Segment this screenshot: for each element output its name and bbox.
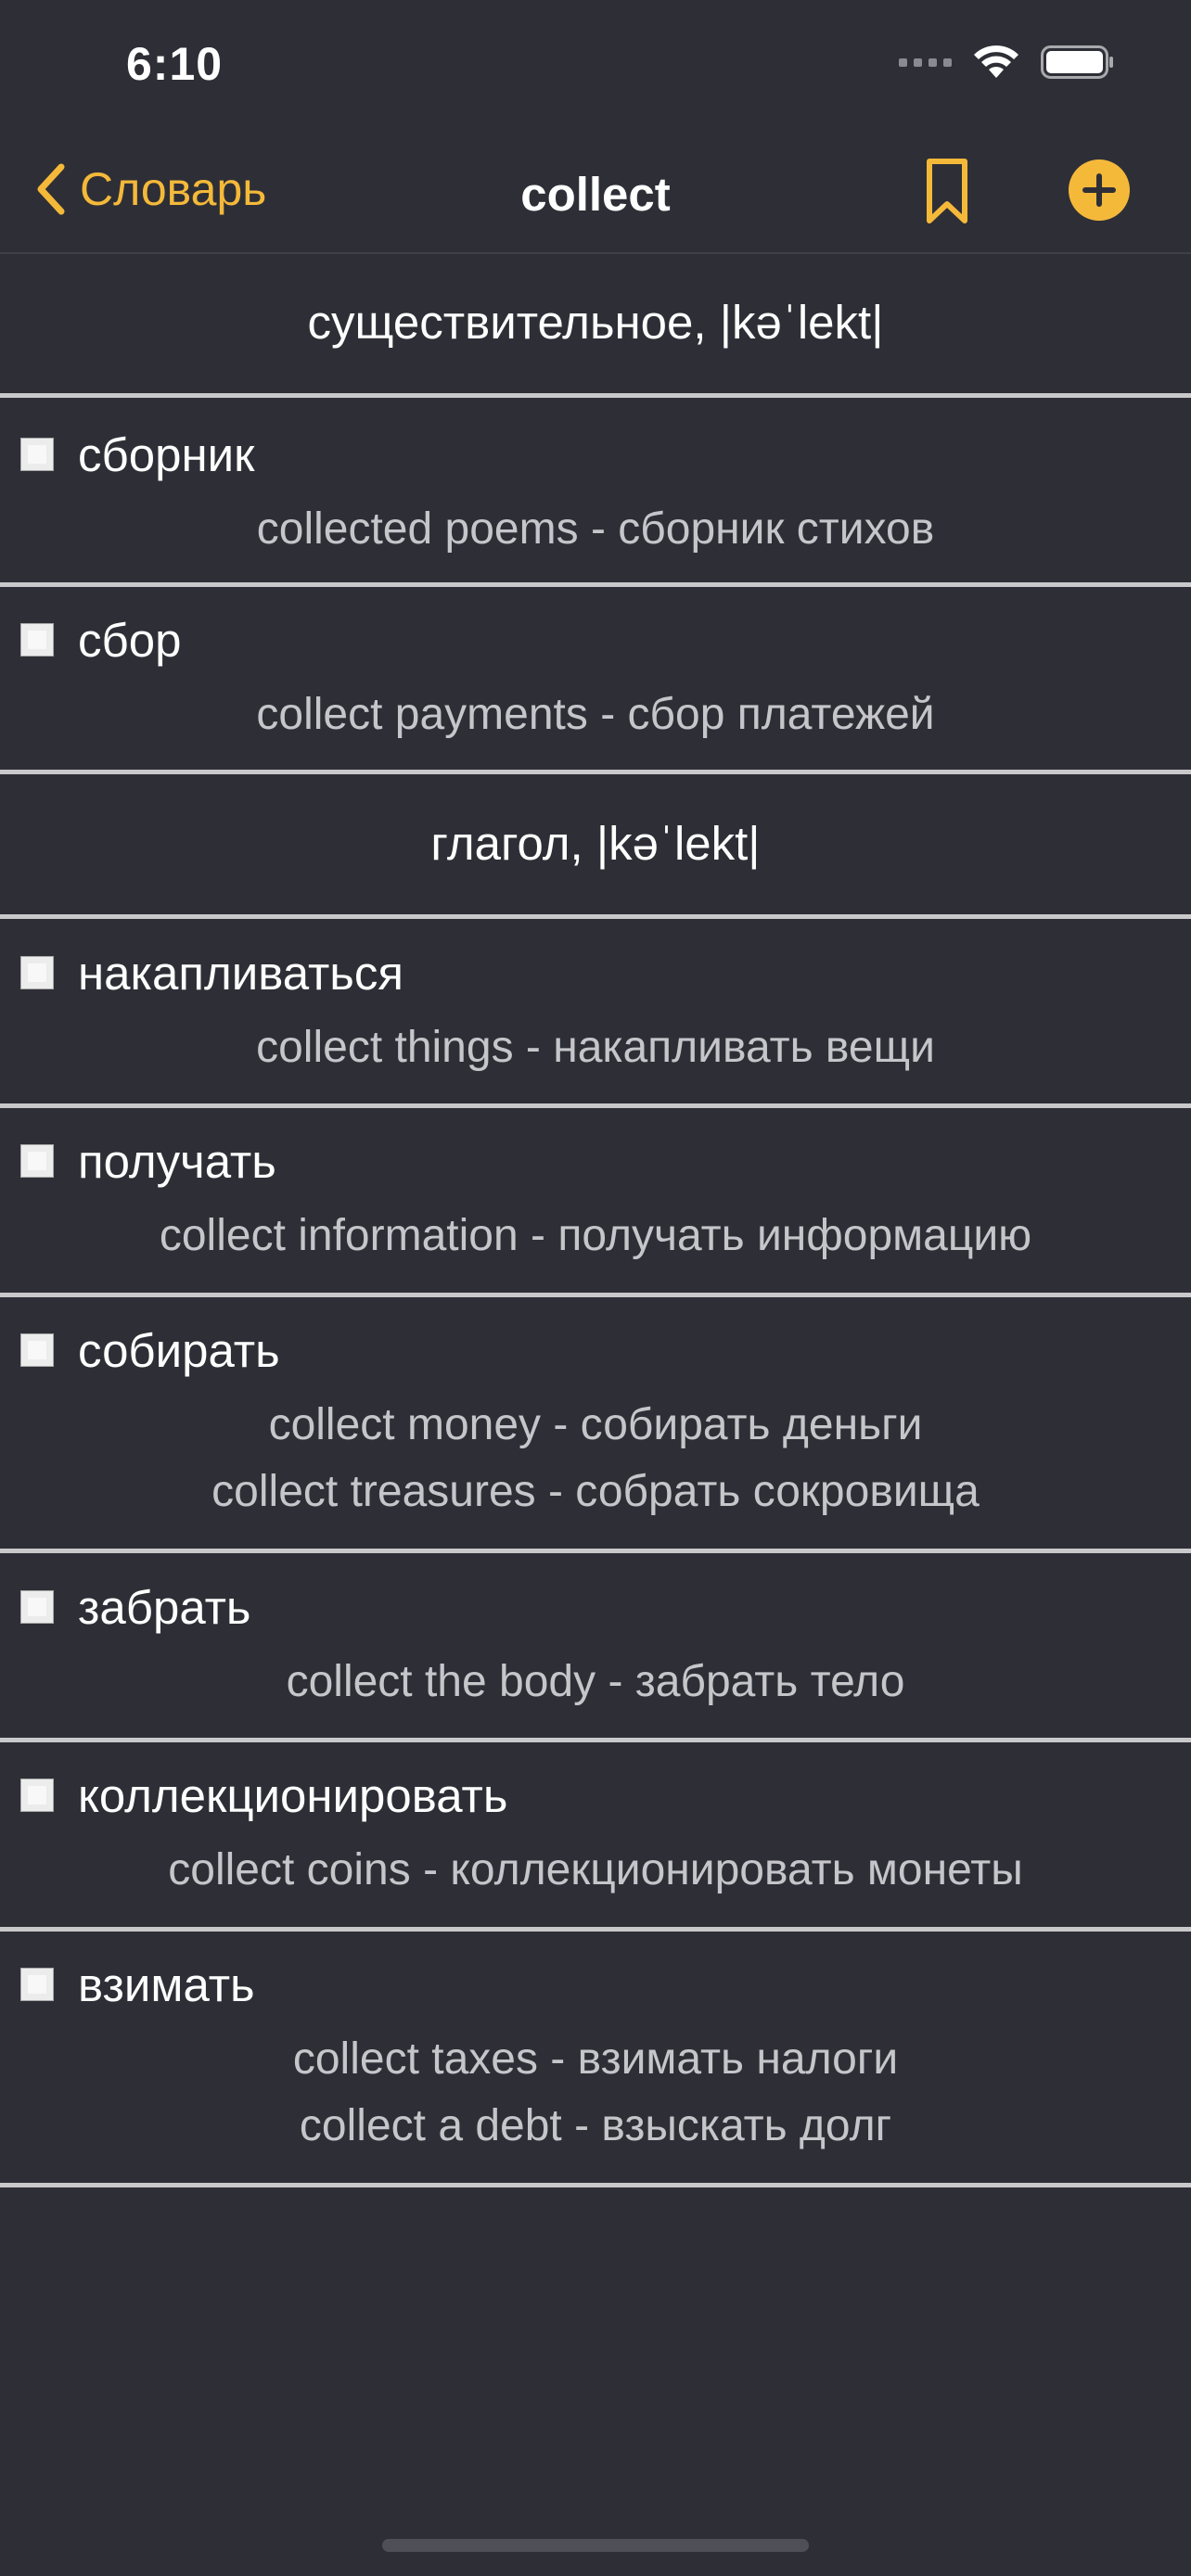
status-bar: 6:10 xyxy=(0,0,1191,139)
word-label: коллекционировать xyxy=(78,1769,508,1822)
checkbox[interactable] xyxy=(20,1590,54,1624)
section-header-verb: глагол, |kəˈlekt| xyxy=(0,774,1191,919)
bookmark-button[interactable] xyxy=(924,158,970,231)
word-label: сборник xyxy=(78,428,255,481)
example-list: collect coins - коллекционировать монеты xyxy=(0,1837,1191,1904)
navigation-bar: Словарь collect xyxy=(0,139,1191,252)
example-list: collect the body - забрать тело xyxy=(0,1649,1191,1715)
page-title: collect xyxy=(520,168,671,221)
wifi-icon xyxy=(974,45,1018,78)
checkbox[interactable] xyxy=(20,1779,54,1812)
example-list: collect information - получать информаци… xyxy=(0,1203,1191,1269)
example-text: collect payments - сбор платежей xyxy=(256,690,935,739)
example-text: collect coins - коллекционировать монеты xyxy=(168,1845,1023,1894)
example-list: collect payments - сбор платежей xyxy=(0,682,1191,748)
example-text: collect things - накапливать вещи xyxy=(256,1023,935,1072)
example-list: collect taxes - взимать налоги collect a… xyxy=(0,2026,1191,2160)
list-item[interactable]: получать collect information - получать … xyxy=(0,1108,1191,1297)
list-item[interactable]: сбор collect payments - сбор платежей xyxy=(0,587,1191,774)
checkbox[interactable] xyxy=(20,956,54,989)
add-button[interactable] xyxy=(1069,159,1130,225)
list-item[interactable]: собирать collect money - собирать деньги… xyxy=(0,1297,1191,1553)
example-text: collect a debt - взыскать долг xyxy=(299,2101,892,2150)
bookmark-icon xyxy=(927,159,967,223)
checkbox[interactable] xyxy=(20,1333,54,1367)
example-list: collect things - накапливать вещи xyxy=(0,1014,1191,1081)
section-header-noun: существительное, |kəˈlekt| xyxy=(0,254,1191,398)
list-item[interactable]: накапливаться collect things - накаплива… xyxy=(0,919,1191,1108)
section-header-label: существительное, |kəˈlekt| xyxy=(307,296,884,349)
plus-circle-icon xyxy=(1069,159,1130,221)
example-text: collected poems - сборник стихов xyxy=(256,504,935,554)
translation-list: существительное, |kəˈlekt| сборник colle… xyxy=(0,254,1191,2187)
cellular-signal-icon xyxy=(899,57,952,67)
word-label: собирать xyxy=(78,1324,280,1377)
checkbox[interactable] xyxy=(20,1968,54,2001)
example-text: collect information - получать информаци… xyxy=(159,1211,1032,1260)
status-time: 6:10 xyxy=(126,38,224,90)
word-label: сбор xyxy=(78,614,182,667)
word-label: накапливаться xyxy=(78,947,403,1000)
list-item[interactable]: сборник collected poems - сборник стихов xyxy=(0,398,1191,587)
example-text: collect money - собирать деньги xyxy=(268,1400,923,1449)
checkbox[interactable] xyxy=(20,1144,54,1178)
example-list: collect money - собирать деньги collect … xyxy=(0,1392,1191,1525)
checkbox[interactable] xyxy=(20,438,54,471)
checkbox[interactable] xyxy=(20,623,54,657)
section-header-label: глагол, |kəˈlekt| xyxy=(430,817,761,870)
word-label: забрать xyxy=(78,1581,251,1634)
list-item[interactable]: взимать collect taxes - взимать налоги c… xyxy=(0,1932,1191,2187)
home-indicator[interactable] xyxy=(382,2539,809,2552)
example-text: collect the body - забрать тело xyxy=(286,1657,905,1706)
example-text: collect taxes - взимать налоги xyxy=(292,2034,899,2084)
example-list: collected poems - сборник стихов xyxy=(0,496,1191,563)
battery-icon xyxy=(1041,45,1113,79)
word-label: получать xyxy=(78,1135,276,1188)
status-icons xyxy=(899,45,1115,80)
example-text: collect treasures - собрать сокровища xyxy=(211,1467,980,1516)
word-label: взимать xyxy=(78,1958,255,2011)
list-item[interactable]: коллекционировать collect coins - коллек… xyxy=(0,1742,1191,1932)
list-item[interactable]: забрать collect the body - забрать тело xyxy=(0,1553,1191,1742)
